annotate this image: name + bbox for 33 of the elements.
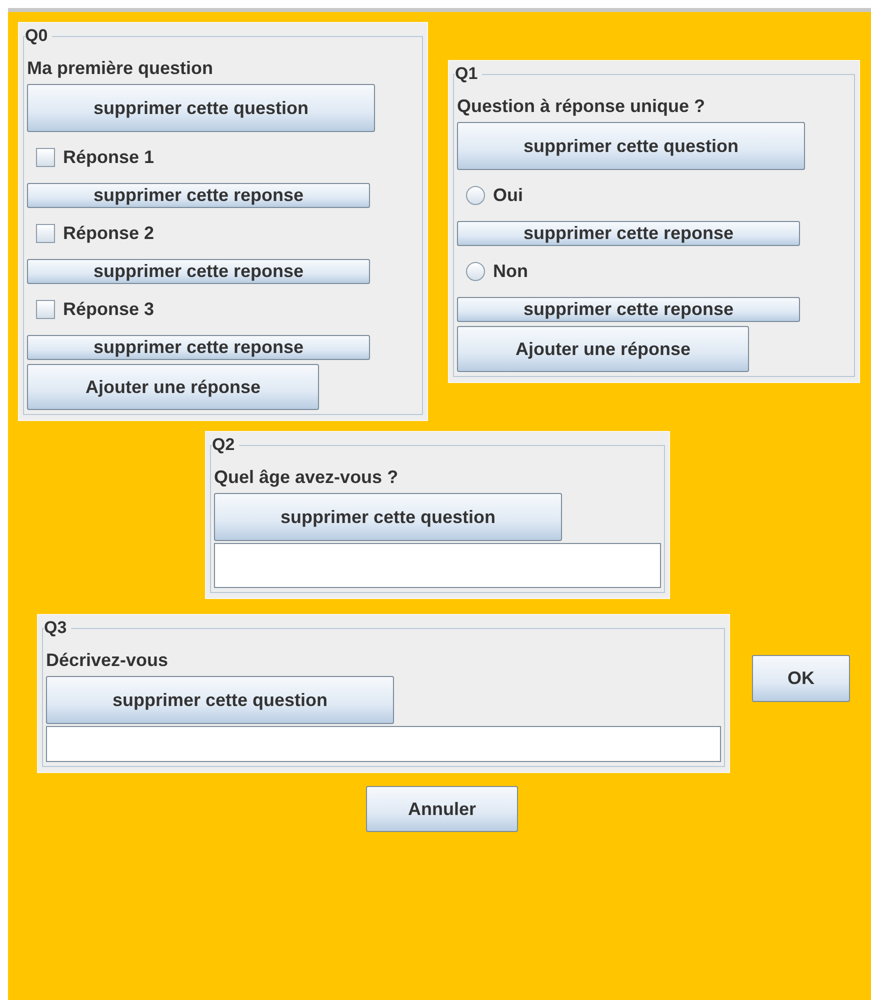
checkbox[interactable] <box>36 148 55 167</box>
group-title: Q3 <box>44 618 68 638</box>
delete-answer-button[interactable]: supprimer cette reponse <box>27 335 370 360</box>
question-text: Quel âge avez-vous ? <box>214 466 400 489</box>
delete-question-button[interactable]: supprimer cette question <box>27 84 375 132</box>
checkbox[interactable] <box>36 224 55 243</box>
checkbox[interactable] <box>36 300 55 319</box>
delete-question-button[interactable]: supprimer cette question <box>46 676 394 724</box>
delete-question-button[interactable]: supprimer cette question <box>214 493 562 541</box>
answer-label: Réponse 2 <box>63 223 154 244</box>
answer-field[interactable] <box>46 726 721 762</box>
delete-question-button[interactable]: supprimer cette question <box>457 122 805 170</box>
delete-answer-button[interactable]: supprimer cette reponse <box>457 297 800 322</box>
answer-label: Oui <box>493 185 523 206</box>
delete-answer-button[interactable]: supprimer cette reponse <box>27 259 370 284</box>
group-title: Q0 <box>25 26 49 46</box>
delete-answer-button[interactable]: supprimer cette reponse <box>27 183 370 208</box>
add-answer-button[interactable]: Ajouter une réponse <box>27 364 319 410</box>
radio-button[interactable] <box>466 186 485 205</box>
cancel-button[interactable]: Annuler <box>366 786 518 832</box>
answer-field[interactable] <box>214 543 661 588</box>
radio-button[interactable] <box>466 262 485 281</box>
question-text: Décrivez-vous <box>46 649 170 672</box>
question-text: Question à réponse unique ? <box>457 95 706 118</box>
group-title: Q1 <box>455 64 479 84</box>
add-answer-button[interactable]: Ajouter une réponse <box>457 326 749 372</box>
answer-label: Réponse 1 <box>63 147 154 168</box>
ok-button[interactable]: OK <box>752 655 850 702</box>
group-title: Q2 <box>212 435 236 455</box>
delete-answer-button[interactable]: supprimer cette reponse <box>457 221 800 246</box>
answer-label: Non <box>493 261 528 282</box>
question-text: Ma première question <box>27 57 214 80</box>
answer-label: Réponse 3 <box>63 299 154 320</box>
